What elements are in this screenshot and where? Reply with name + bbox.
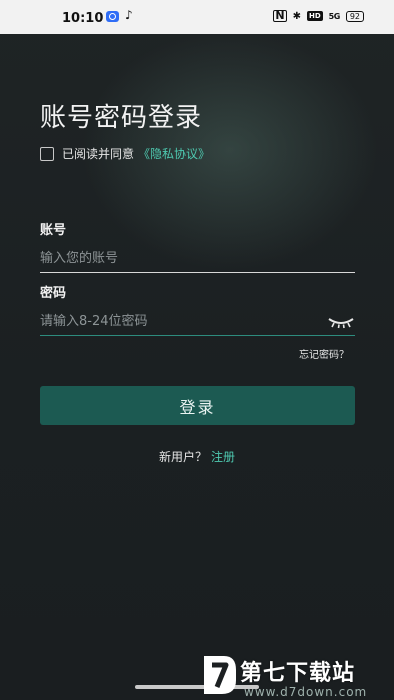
battery-icon: 92 [345,10,364,22]
status-time: 10:10 [62,11,104,26]
status-bar: 10:10 ♪ N ✱ HD 5G 92 [0,0,394,34]
signal-icon: 5G [328,11,341,21]
bluetooth-icon: ✱ [292,10,301,22]
account-label: 账号 [40,223,67,238]
privacy-policy-link[interactable]: 《隐私协议》 [138,145,210,162]
login-screen: 10:10 ♪ N ✱ HD 5G 92 账号密码登录 已阅读并同意 《隐私协议… [0,0,394,700]
forgot-password-link[interactable]: 忘记密码？ [299,346,349,361]
register-row: 新用户？ 注册 [0,448,394,465]
privacy-agreement: 已阅读并同意 《隐私协议》 [40,145,210,162]
account-input[interactable] [40,246,310,270]
login-button[interactable]: 登录 [40,386,355,425]
status-icons: N ✱ HD 5G 92 [273,10,364,22]
watermark-name: 第七下载站 [240,661,356,686]
password-input[interactable] [40,309,310,333]
page-title: 账号密码登录 [40,103,203,133]
password-label: 密码 [40,286,67,301]
register-link[interactable]: 注册 [211,450,235,464]
watermark: 第七下载站 www.d7down.com [200,652,394,700]
password-field [40,309,355,336]
browser-icon [106,11,119,22]
d7-logo-icon [204,656,236,694]
account-field [40,246,355,273]
tiktok-icon: ♪ [125,8,133,22]
nfc-icon: N [273,9,287,22]
agree-checkbox[interactable] [40,146,54,161]
eye-closed-icon[interactable] [327,313,355,329]
watermark-url: www.d7down.com [244,685,368,699]
register-prompt: 新用户？ [158,450,207,464]
hd-icon: HD [307,11,323,21]
agree-text: 已阅读并同意 [62,147,135,161]
